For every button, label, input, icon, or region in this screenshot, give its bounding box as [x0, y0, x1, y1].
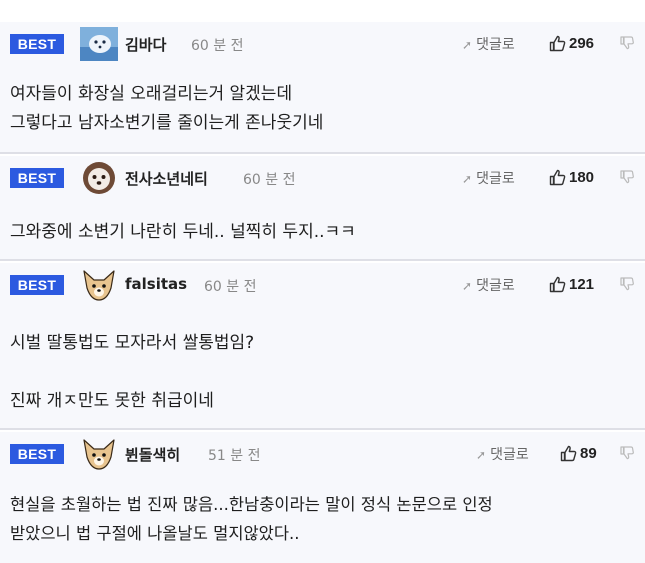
comment-line: 시벌 딸통법도 모자라서 쌀통법임? — [10, 333, 255, 353]
comment-item: BEST 뷘돌색히 51 분 전 ➚ 댓글로 89 현실을 초월하는 법 진짜 … — [0, 432, 645, 563]
reply-arrow-icon: ➚ — [462, 38, 473, 52]
reply-label: 댓글로 — [476, 278, 515, 294]
best-badge: BEST — [10, 444, 64, 464]
snow-animal-avatar-icon — [80, 27, 118, 61]
comment-header: BEST falsitas 60 분 전 ➚ 댓글로 121 — [0, 263, 645, 303]
comment-line: 그와중에 소변기 나란히 두네.. 널찍히 두지..ㅋㅋ — [10, 222, 356, 242]
comment-item: BEST 전사소년네티 60 분 전 ➚ 댓글로 180 그와중에 소변기 나란… — [0, 156, 645, 259]
timestamp: 51 분 전 — [208, 448, 261, 464]
reply-label: 댓글로 — [476, 37, 515, 53]
avatar[interactable] — [80, 161, 118, 195]
dislike-button[interactable] — [620, 35, 634, 54]
thumbs-up-icon — [549, 276, 566, 293]
comment-line: 받았으니 법 구절에 나올날도 멀지않았다.. — [10, 524, 300, 543]
nickname[interactable]: 전사소년네티 — [125, 168, 208, 189]
comment-body: 여자들이 화장실 오래걸리는거 알겠는데 그렇다고 남자소변기를 줄이는게 존나… — [10, 80, 323, 138]
thumbs-up-icon — [549, 169, 566, 186]
comment-line — [10, 358, 254, 387]
like-count: 180 — [569, 169, 595, 186]
dislike-button[interactable] — [620, 276, 634, 295]
comment-line: 현실을 초월하는 법 진짜 많음...한남충이라는 말이 정식 논문으로 인정 — [10, 495, 493, 514]
avatar[interactable] — [80, 27, 118, 61]
comment-body: 현실을 초월하는 법 진짜 많음...한남충이라는 말이 정식 논문으로 인정 … — [10, 490, 493, 548]
thumbs-down-icon — [620, 277, 634, 291]
like-button[interactable]: 89 — [560, 443, 597, 462]
timestamp: 60 분 전 — [191, 38, 244, 54]
timestamp: 60 분 전 — [243, 172, 296, 188]
chihuahua-avatar-icon — [83, 270, 115, 301]
avatar[interactable] — [80, 268, 118, 302]
reply-button[interactable]: ➚ 댓글로 — [462, 168, 515, 188]
chihuahua-avatar-icon — [83, 439, 115, 470]
thumbs-down-icon — [620, 446, 634, 460]
reply-arrow-icon: ➚ — [476, 448, 487, 462]
reply-label: 댓글로 — [490, 447, 529, 463]
dislike-button[interactable] — [620, 169, 634, 188]
dog-fluffy-avatar-icon — [83, 162, 115, 194]
divider — [0, 152, 645, 154]
best-badge: BEST — [10, 34, 64, 54]
reply-arrow-icon: ➚ — [462, 172, 473, 186]
nickname[interactable]: falsitas — [125, 275, 187, 293]
like-button[interactable]: 121 — [549, 274, 594, 293]
comment-line: 여자들이 화장실 오래걸리는거 알겠는데 — [10, 84, 293, 104]
best-badge: BEST — [10, 275, 64, 295]
dislike-button[interactable] — [620, 445, 634, 464]
comment-line: 진짜 개ㅈ만도 못한 취급이네 — [10, 391, 214, 411]
like-count: 296 — [569, 35, 595, 52]
comment-list: BEST 김바다 60 분 전 ➚ 댓글로 296 여자들이 화장실 오래걸리는… — [0, 0, 645, 563]
nickname[interactable]: 뷘돌색히 — [125, 444, 180, 465]
timestamp: 60 분 전 — [204, 279, 257, 295]
reply-label: 댓글로 — [476, 171, 515, 187]
reply-button[interactable]: ➚ 댓글로 — [462, 34, 515, 54]
like-count: 121 — [569, 276, 595, 293]
divider — [0, 428, 645, 430]
thumbs-up-icon — [560, 445, 577, 462]
like-button[interactable]: 180 — [549, 167, 594, 186]
comment-header: BEST 김바다 60 분 전 ➚ 댓글로 296 — [0, 22, 645, 62]
comment-body: 시벌 딸통법도 모자라서 쌀통법임? 진짜 개ㅈ만도 못한 취급이네 — [10, 329, 254, 416]
nickname[interactable]: 김바다 — [125, 34, 166, 55]
like-button[interactable]: 296 — [549, 33, 594, 52]
thumbs-up-icon — [549, 35, 566, 52]
reply-arrow-icon: ➚ — [462, 279, 473, 293]
comment-header: BEST 뷘돌색히 51 분 전 ➚ 댓글로 89 — [0, 432, 645, 472]
comment-item: BEST 김바다 60 분 전 ➚ 댓글로 296 여자들이 화장실 오래걸리는… — [0, 22, 645, 152]
avatar[interactable] — [80, 437, 118, 471]
thumbs-down-icon — [620, 36, 634, 50]
reply-button[interactable]: ➚ 댓글로 — [462, 275, 515, 295]
divider — [0, 259, 645, 261]
thumbs-down-icon — [620, 170, 634, 184]
comment-body: 그와중에 소변기 나란히 두네.. 널찍히 두지..ㅋㅋ — [10, 218, 356, 247]
best-badge: BEST — [10, 168, 64, 188]
reply-button[interactable]: ➚ 댓글로 — [476, 444, 529, 464]
like-count: 89 — [580, 445, 597, 462]
comment-header: BEST 전사소년네티 60 분 전 ➚ 댓글로 180 — [0, 156, 645, 196]
comment-line: 그렇다고 남자소변기를 줄이는게 존나웃기네 — [10, 113, 324, 133]
comment-item: BEST falsitas 60 분 전 ➚ 댓글로 121 시벌 딸통법도 모… — [0, 263, 645, 428]
